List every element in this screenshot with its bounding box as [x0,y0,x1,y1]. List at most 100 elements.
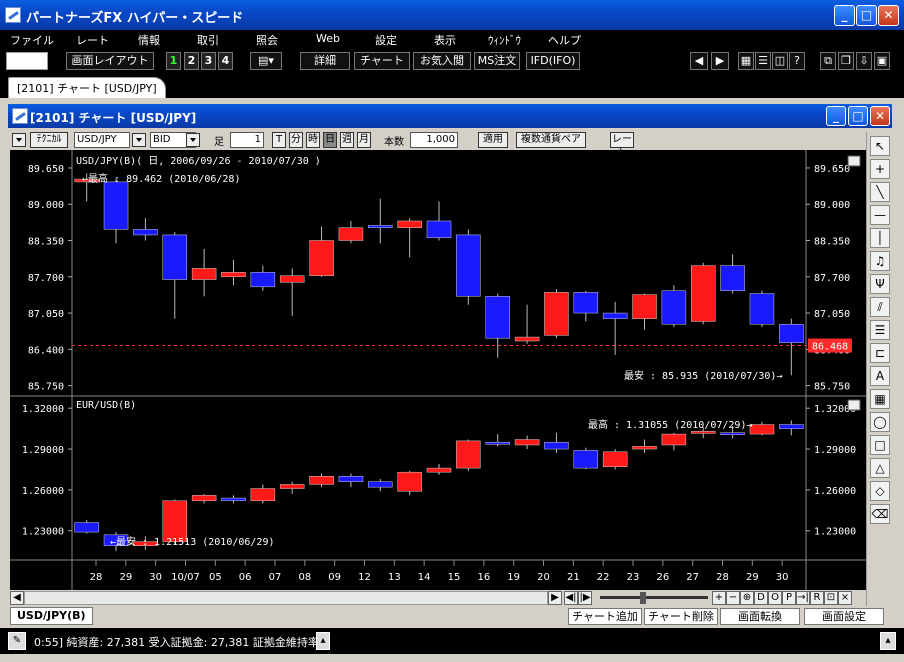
p-button[interactable]: P [782,591,796,605]
text-tool-icon[interactable]: A [870,366,890,386]
close-chart-icon[interactable]: × [838,591,852,605]
add-chart-button[interactable]: チャート追加 [568,608,642,625]
menu-file[interactable]: ファイル [10,32,54,48]
tab-chart-usdjpy[interactable]: [2101] チャート [USD/JPY] [8,77,166,98]
rectangle-tool-icon[interactable]: □ [870,435,890,455]
menu-view[interactable]: 表示 [434,32,456,48]
menu-trade[interactable]: 取引 [197,32,219,48]
tab-strip: [2101] チャート [USD/JPY] [0,74,904,98]
goto-end-icon[interactable]: →| [796,591,810,605]
fibonacci-tool-icon[interactable]: ☰ [870,320,890,340]
eraser-tool-icon[interactable]: ◇ [870,481,890,501]
help-icon[interactable]: ? [789,52,805,70]
menu-settings[interactable]: 設定 [375,32,397,48]
side-dropdown-arrow[interactable] [186,133,200,147]
chart-settings-icon[interactable]: ⊡ [824,591,838,605]
technical-button[interactable]: ﾃｸﾆｶﾙ [30,132,68,148]
ellipse-tool-icon[interactable]: ◯ [870,412,890,432]
delete-chart-button[interactable]: チャート削除 [644,608,718,625]
minimize-button[interactable]: _ [834,5,855,26]
rate-button[interactable]: レート [610,132,634,159]
window-list-icon[interactable]: ▤▾ [250,52,282,70]
timeframe-minute[interactable]: 分 [289,132,303,148]
crosshair-tool-icon[interactable]: + [870,159,890,179]
pair-dropdown-arrow[interactable] [132,133,146,147]
jump-end-icon[interactable]: |▶ [578,591,592,605]
fork-tool-icon[interactable]: Ψ [870,274,890,294]
close-button[interactable]: ✕ [878,5,899,26]
menu-window[interactable]: ｳｨﾝﾄﾞｳ [488,32,521,48]
apply-button[interactable]: 適用 [478,132,508,148]
download-icon[interactable]: ⇩ [856,52,872,70]
status-menu-icon[interactable]: ▴ [880,632,896,650]
pair-select[interactable]: USD/JPY [74,132,130,148]
menu-rate[interactable]: レート [76,32,109,48]
status-expand-icon[interactable]: ▴ [316,632,330,650]
timeframe-week[interactable]: 週 [340,132,354,148]
cycle-tool-icon[interactable]: ⊏ [870,343,890,363]
chart-button[interactable]: チャート [354,52,410,70]
horizontal-scrollbar[interactable] [24,591,548,605]
layout-dropdown[interactable]: 画面レイアウト ▾ [66,52,154,83]
jump-start-icon[interactable]: ◀| [564,591,578,605]
o-button[interactable]: O [768,591,782,605]
chart-minimize-button[interactable]: _ [826,106,846,126]
timeframe-month[interactable]: 月 [357,132,371,148]
erase-all-tool-icon[interactable]: ⌫ [870,504,890,524]
technical-dropdown-arrow[interactable] [12,133,26,147]
d-button[interactable]: D [754,591,768,605]
restore-icon[interactable]: ❐ [838,52,854,70]
horizontal-line-tool-icon[interactable]: — [870,205,890,225]
wrench-icon[interactable]: ✎ [8,632,26,650]
chart-maximize-button[interactable]: □ [848,106,868,126]
zoom-fit-icon[interactable]: ⊕ [740,591,754,605]
scroll-right-icon[interactable]: ▶ [548,591,562,605]
next-icon[interactable]: ▶ [711,52,729,70]
cascade-icon[interactable]: ⧉ [820,52,836,70]
zoom-out-button[interactable]: − [726,591,740,605]
ifd-order-button[interactable]: IFD(IFO) [526,52,580,70]
ashi-input[interactable]: 1 [230,132,264,148]
x-tick-label: 30 [776,572,789,583]
fan-tool-icon[interactable]: ⫽ [870,297,890,317]
zoom-slider-thumb[interactable] [640,592,646,604]
bell-tool-icon[interactable]: ♫ [870,251,890,271]
menu-info[interactable]: 情報 [138,32,160,48]
count-input[interactable]: 1,000 [410,132,458,148]
timeframe-day[interactable]: 日 [323,132,337,148]
vertical-line-tool-icon[interactable]: │ [870,228,890,248]
menu-help[interactable]: ヘルプ [548,32,581,48]
menu-web[interactable]: Web [316,32,340,45]
grid-tool-icon[interactable]: ▦ [870,389,890,409]
chart-mini-icon[interactable]: ◫ [772,52,788,70]
multi-pair-button[interactable]: 複数通貨ペア [516,132,586,148]
prev-icon[interactable]: ◀ [690,52,708,70]
ms-order-button[interactable]: MS注文 [474,52,520,70]
chart-close-button[interactable]: ✕ [870,106,890,126]
r-button[interactable]: R [810,591,824,605]
switch-screen-button[interactable]: 画面転換 [720,608,800,625]
layout-4-button[interactable]: 4 [218,52,233,70]
detail-button[interactable]: 詳細 [300,52,350,70]
timeframe-tick[interactable]: T [272,132,286,148]
layout-2-button[interactable]: 2 [184,52,199,70]
menu-inquiry[interactable]: 照会 [256,32,278,48]
tile-icon[interactable]: ▦ [738,52,754,70]
screen-settings-button[interactable]: 画面設定 [804,608,884,625]
layout-1-button[interactable]: 1 [166,52,181,70]
cursor-tool-icon[interactable]: ↖ [870,136,890,156]
layout-3-button[interactable]: 3 [201,52,216,70]
triangle-tool-icon[interactable]: △ [870,458,890,478]
maximize-button[interactable]: □ [856,5,877,26]
pair-tab-usdjpy[interactable]: USD/JPY(B) [10,607,93,625]
eurusd-candle-body [661,433,687,446]
favorites-button[interactable]: お気入閲 [413,52,471,70]
zoom-in-button[interactable]: + [712,591,726,605]
save-icon[interactable]: ▣ [874,52,890,70]
usdjpy-candle-body [602,312,628,319]
list-icon[interactable]: ☰ [755,52,771,70]
scroll-left-icon[interactable]: ◀ [10,591,24,605]
trendline-tool-icon[interactable]: ╲ [870,182,890,202]
zoom-slider[interactable] [600,596,708,599]
timeframe-hour[interactable]: 時 [306,132,320,148]
